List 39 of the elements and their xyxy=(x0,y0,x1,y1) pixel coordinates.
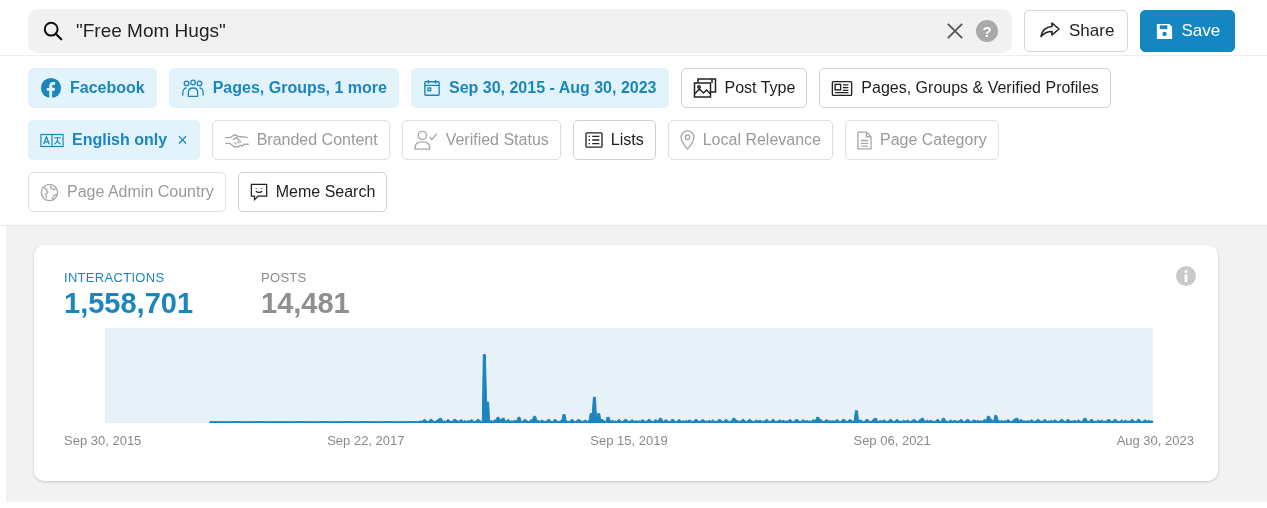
search-field[interactable]: "Free Mom Hugs" ? xyxy=(28,9,1012,53)
filter-chip[interactable]: Sep 30, 2015 - Aug 30, 2023 xyxy=(410,68,669,108)
images-icon xyxy=(692,77,717,99)
axis-label: Sep 06, 2021 xyxy=(853,433,931,448)
handshake-icon xyxy=(223,131,249,149)
metric-tab[interactable]: POSTS xyxy=(261,270,350,285)
save-button[interactable]: Save xyxy=(1140,10,1236,52)
translate-icon xyxy=(40,132,64,148)
calendar-icon xyxy=(422,79,441,97)
axis-label: Sep 15, 2019 xyxy=(590,433,668,448)
axis-label: Sep 22, 2017 xyxy=(327,433,405,448)
chat-smile-icon xyxy=(249,183,268,201)
facebook-icon xyxy=(40,77,62,99)
globe-icon xyxy=(40,182,59,202)
axis-label: Aug 30, 2023 xyxy=(1116,433,1194,448)
search-icon xyxy=(42,20,64,42)
filter-chip[interactable]: Meme Search xyxy=(237,172,388,212)
save-icon xyxy=(1155,21,1175,41)
remove-icon[interactable]: × xyxy=(177,129,188,151)
filter-chip[interactable]: Pages, Groups, 1 more xyxy=(168,68,399,108)
share-button[interactable]: Share xyxy=(1024,10,1129,52)
people-icon xyxy=(180,78,205,98)
search-query: "Free Mom Hugs" xyxy=(76,20,227,42)
document-icon xyxy=(857,130,872,150)
metric-value: 1,558,701 xyxy=(64,287,193,320)
user-check-icon xyxy=(413,130,438,150)
filter-chip[interactable]: Post Type xyxy=(680,68,808,108)
filter-chip[interactable]: English only × xyxy=(28,120,200,160)
list-icon xyxy=(584,132,603,148)
location-pin-icon xyxy=(679,130,695,150)
clear-icon[interactable] xyxy=(946,22,964,40)
axis-label: Sep 30, 2015 xyxy=(64,433,142,448)
filter-chip[interactable]: Lists xyxy=(572,120,656,160)
metric-value: 14,481 xyxy=(261,287,350,320)
help-button[interactable]: ? xyxy=(976,20,998,42)
filter-chip[interactable]: Pages, Groups & Verified Profiles xyxy=(819,68,1111,108)
filter-chip[interactable]: Facebook xyxy=(28,68,157,108)
newspaper-icon xyxy=(831,79,854,97)
metric-tab[interactable]: INTERACTIONS xyxy=(64,270,193,285)
